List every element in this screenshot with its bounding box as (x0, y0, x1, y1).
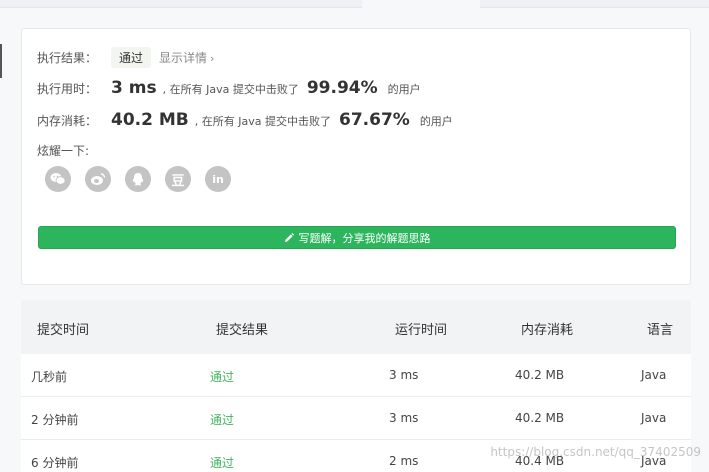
chevron-right-icon[interactable]: › (210, 52, 214, 65)
language-cell: Java (641, 368, 667, 382)
submit-result-link[interactable]: 通过 (210, 454, 234, 471)
memory-value: 40.2 MB (111, 110, 189, 130)
runtime-cell: 3 ms (389, 368, 419, 382)
submit-time: 2 分钟前 (31, 413, 79, 427)
memory-percentile: 67.67% (339, 110, 410, 130)
status-badge: 通过 (111, 47, 152, 68)
memory-text: , 在所有 Java 提交中击败了 (194, 115, 331, 128)
header-memory[interactable]: 内存消耗 (521, 319, 573, 338)
write-solution-label: 写题解，分享我的解题思路 (298, 231, 431, 245)
submit-time: 6 分钟前 (31, 456, 79, 470)
submit-result-link[interactable]: 通过 (210, 368, 234, 385)
header-language[interactable]: 语言 (647, 319, 673, 338)
memory-cell: 40.2 MB (515, 411, 565, 425)
share-label: 炫耀一下: (37, 144, 90, 158)
table-row: 2 分钟前 通过 3 ms 40.2 MB Java (21, 397, 691, 440)
submit-time: 几秒前 (31, 370, 68, 384)
weibo-icon[interactable] (85, 166, 111, 192)
runtime-text: , 在所有 Java 提交中击败了 (162, 83, 299, 96)
status-label: 执行结果： (37, 51, 98, 65)
memory-cell: 40.2 MB (515, 368, 565, 382)
runtime-percentile: 99.94% (306, 78, 378, 98)
language-cell: Java (641, 411, 667, 425)
wechat-icon[interactable] (45, 166, 71, 192)
header-runtime[interactable]: 运行时间 (395, 319, 447, 338)
memory-row: 内存消耗： 40.2 MB , 在所有 Java 提交中击败了 67.67% 的… (37, 110, 453, 130)
write-solution-button[interactable]: 写题解，分享我的解题思路 (38, 226, 676, 249)
header-submit-result[interactable]: 提交结果 (216, 319, 268, 338)
runtime-users: 的用户 (387, 83, 421, 96)
show-details-link[interactable]: 显示详情 (159, 49, 207, 66)
result-card: 执行结果： 通过 显示详情 › 执行用时： 3 ms , 在所有 Java 提交… (21, 28, 691, 285)
linkedin-glyph: in (212, 172, 224, 186)
tab-left[interactable] (0, 0, 362, 8)
qq-icon[interactable] (125, 166, 151, 192)
memory-label: 内存消耗： (37, 114, 98, 128)
douban-glyph: 豆 (171, 173, 185, 189)
share-label-row: 炫耀一下: (37, 142, 89, 159)
linkedin-icon[interactable]: in (205, 166, 231, 192)
watermark: https://blog.csdn.net/qq_37402509 (490, 445, 701, 459)
runtime-label: 执行用时： (37, 82, 98, 96)
runtime-row: 执行用时： 3 ms , 在所有 Java 提交中击败了 99.94% 的用户 (37, 78, 421, 98)
header-submit-time[interactable]: 提交时间 (37, 319, 89, 338)
side-indicator (0, 44, 2, 78)
table-row: 几秒前 通过 3 ms 40.2 MB Java (21, 354, 691, 397)
runtime-cell: 3 ms (389, 411, 419, 425)
runtime-cell: 2 ms (389, 454, 419, 468)
status-row: 执行结果： 通过 显示详情 › (37, 47, 214, 68)
table-header: 提交时间 提交结果 运行时间 内存消耗 语言 (21, 300, 691, 354)
runtime-value: 3 ms (111, 78, 157, 98)
memory-users: 的用户 (419, 115, 453, 128)
submit-result-link[interactable]: 通过 (210, 411, 234, 428)
pencil-icon (284, 232, 294, 243)
douban-icon[interactable]: 豆 (165, 166, 191, 192)
share-buttons: 豆 in (45, 166, 231, 192)
tab-right[interactable] (480, 0, 709, 8)
top-tabs (0, 0, 709, 8)
